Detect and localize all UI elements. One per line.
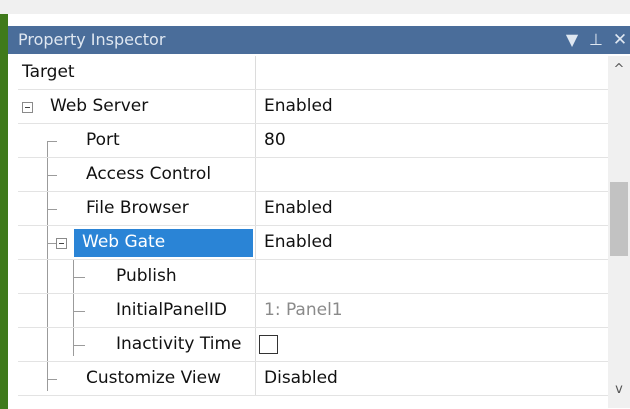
property-value: 1: Panel1 bbox=[264, 300, 343, 320]
column-separator bbox=[255, 56, 256, 90]
top-separator bbox=[0, 0, 630, 14]
column-separator bbox=[255, 328, 256, 362]
tree-branch bbox=[73, 345, 85, 346]
column-separator bbox=[255, 226, 256, 260]
scroll-up-icon[interactable]: ^ bbox=[608, 62, 630, 78]
property-name: InitialPanelID bbox=[116, 300, 228, 320]
property-value[interactable]: Disabled bbox=[264, 368, 338, 388]
column-separator bbox=[255, 294, 256, 328]
property-value[interactable]: Enabled bbox=[264, 232, 333, 252]
dropdown-icon[interactable]: ▼ bbox=[562, 28, 582, 52]
property-name: Customize View bbox=[86, 368, 221, 388]
property-row-customize-view[interactable]: Customize View Disabled bbox=[18, 362, 608, 396]
panel-titlebar: Property Inspector ▼ ⊥ ✕ bbox=[8, 26, 630, 54]
tree-branch bbox=[73, 311, 85, 312]
column-separator bbox=[255, 260, 256, 294]
property-name: Access Control bbox=[86, 164, 212, 184]
panel-title: Property Inspector bbox=[18, 30, 166, 49]
row-divider bbox=[18, 395, 608, 396]
pin-icon[interactable]: ⊥ bbox=[586, 28, 606, 52]
property-name: Publish bbox=[116, 266, 177, 286]
property-row-file-browser[interactable]: File Browser Enabled bbox=[18, 192, 608, 226]
property-row-access-control[interactable]: Access Control bbox=[18, 158, 608, 192]
property-row-port[interactable]: Port 80 bbox=[18, 124, 608, 158]
column-separator bbox=[255, 158, 256, 192]
property-row-web-server[interactable]: Web Server Enabled bbox=[18, 90, 608, 124]
collapse-web-gate-icon[interactable] bbox=[56, 238, 67, 249]
tree-branch bbox=[47, 379, 57, 380]
property-name: File Browser bbox=[86, 198, 189, 218]
property-value[interactable]: 80 bbox=[264, 130, 286, 150]
property-name: Target bbox=[22, 62, 75, 82]
column-separator bbox=[255, 124, 256, 158]
property-row-initial-panel-id[interactable]: InitialPanelID 1: Panel1 bbox=[18, 294, 608, 328]
column-separator bbox=[255, 362, 256, 396]
property-name: Web Gate bbox=[82, 232, 166, 252]
property-name: Port bbox=[86, 130, 120, 150]
property-row-web-gate[interactable]: Web Gate Enabled bbox=[18, 226, 608, 260]
property-grid: Target Web Server Enabled Port 80 Access… bbox=[18, 56, 608, 408]
property-inspector-window: Property Inspector ▼ ⊥ ✕ Target Web Serv… bbox=[0, 0, 630, 409]
property-name: Web Server bbox=[50, 96, 149, 116]
property-row-target[interactable]: Target bbox=[18, 56, 608, 90]
property-value[interactable]: Enabled bbox=[264, 198, 333, 218]
property-row-publish[interactable]: Publish bbox=[18, 260, 608, 294]
column-separator bbox=[255, 192, 256, 226]
property-value: Enabled bbox=[264, 96, 333, 116]
scroll-thumb[interactable] bbox=[610, 182, 628, 256]
inactivity-time-checkbox[interactable] bbox=[259, 335, 278, 354]
property-name: Inactivity Time bbox=[116, 334, 242, 354]
vertical-scrollbar[interactable]: ^ v bbox=[608, 56, 630, 408]
tree-branch bbox=[73, 277, 85, 278]
left-accent-bar bbox=[0, 14, 8, 409]
close-icon[interactable]: ✕ bbox=[610, 28, 630, 52]
scroll-down-icon[interactable]: v bbox=[608, 382, 630, 398]
column-separator bbox=[255, 90, 256, 124]
property-row-inactivity-time[interactable]: Inactivity Time bbox=[18, 328, 608, 362]
tree-branch bbox=[47, 209, 57, 210]
collapse-web-server-icon[interactable] bbox=[22, 102, 33, 113]
tree-branch bbox=[47, 141, 57, 142]
tree-branch bbox=[47, 175, 57, 176]
